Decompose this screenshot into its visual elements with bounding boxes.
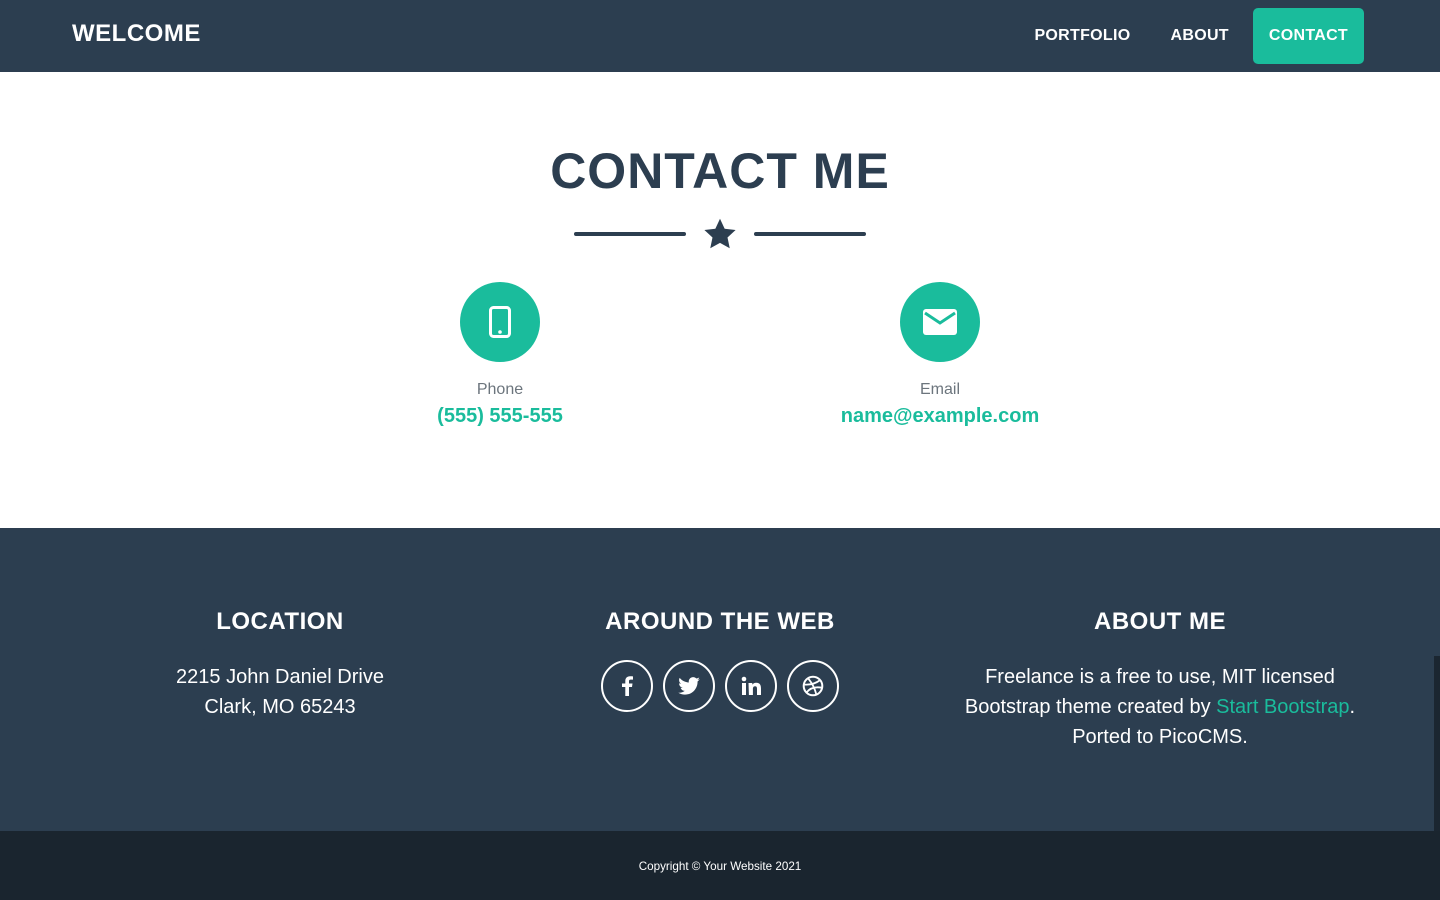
contact-phone: Phone (555) 555-555 xyxy=(350,282,650,428)
phone-circle[interactable] xyxy=(460,282,540,362)
email-label: Email xyxy=(919,381,960,398)
divider-line-left xyxy=(574,232,686,236)
contact-email: Email name@example.com xyxy=(790,282,1090,428)
footer-about: ABOUT ME Freelance is a free to use, MIT… xyxy=(940,608,1380,752)
footer-web: AROUND THE WEB xyxy=(500,608,940,712)
nav-link-about[interactable]: ABOUT xyxy=(1150,8,1248,64)
phone-link[interactable]: (555) 555-555 xyxy=(350,405,650,428)
footer: LOCATION 2215 John Daniel Drive Clark, M… xyxy=(0,528,1440,831)
phone-label: Phone xyxy=(476,381,524,398)
social-links xyxy=(500,660,940,712)
facebook-button[interactable] xyxy=(601,660,653,712)
about-heading: ABOUT ME xyxy=(1094,608,1226,635)
envelope-icon xyxy=(923,309,957,335)
nav-link-portfolio[interactable]: PORTFOLIO xyxy=(1014,8,1150,64)
address-line-1: 2215 John Daniel Drive xyxy=(176,666,384,688)
address-line-2: Clark, MO 65243 xyxy=(204,696,356,718)
email-link[interactable]: name@example.com xyxy=(790,405,1090,428)
linkedin-icon xyxy=(741,676,761,695)
location-heading: LOCATION xyxy=(216,608,344,635)
copyright-text: Copyright © Your Website 2021 xyxy=(638,860,802,873)
star-icon xyxy=(704,218,736,249)
dribbble-button[interactable] xyxy=(787,660,839,712)
divider-line-right xyxy=(754,232,866,236)
dribbble-icon xyxy=(802,675,824,697)
brand-link[interactable]: WELCOME xyxy=(72,20,201,48)
copyright-bar: Copyright © Your Website 2021 xyxy=(0,831,1440,900)
email-circle[interactable] xyxy=(900,282,980,362)
nav-links: PORTFOLIO ABOUT CONTACT xyxy=(1014,8,1364,64)
web-heading: AROUND THE WEB xyxy=(605,608,835,635)
contact-title: CONTACT ME xyxy=(550,143,890,199)
nav-link-contact[interactable]: CONTACT xyxy=(1252,8,1364,64)
mobile-phone-icon xyxy=(489,306,511,338)
contact-section: CONTACT ME Phone (555) 555-555 Email nam… xyxy=(0,72,1440,528)
linkedin-button[interactable] xyxy=(725,660,777,712)
facebook-icon xyxy=(622,676,633,696)
location-address: 2215 John Daniel Drive Clark, MO 65243 xyxy=(60,662,500,722)
twitter-button[interactable] xyxy=(663,660,715,712)
twitter-icon xyxy=(678,677,700,695)
footer-location: LOCATION 2215 John Daniel Drive Clark, M… xyxy=(60,608,500,722)
star-divider xyxy=(574,216,866,256)
about-text: Freelance is a free to use, MIT licensed… xyxy=(940,662,1380,752)
start-bootstrap-link[interactable]: Start Bootstrap xyxy=(1216,696,1349,718)
navbar: WELCOME PORTFOLIO ABOUT CONTACT xyxy=(0,0,1440,72)
